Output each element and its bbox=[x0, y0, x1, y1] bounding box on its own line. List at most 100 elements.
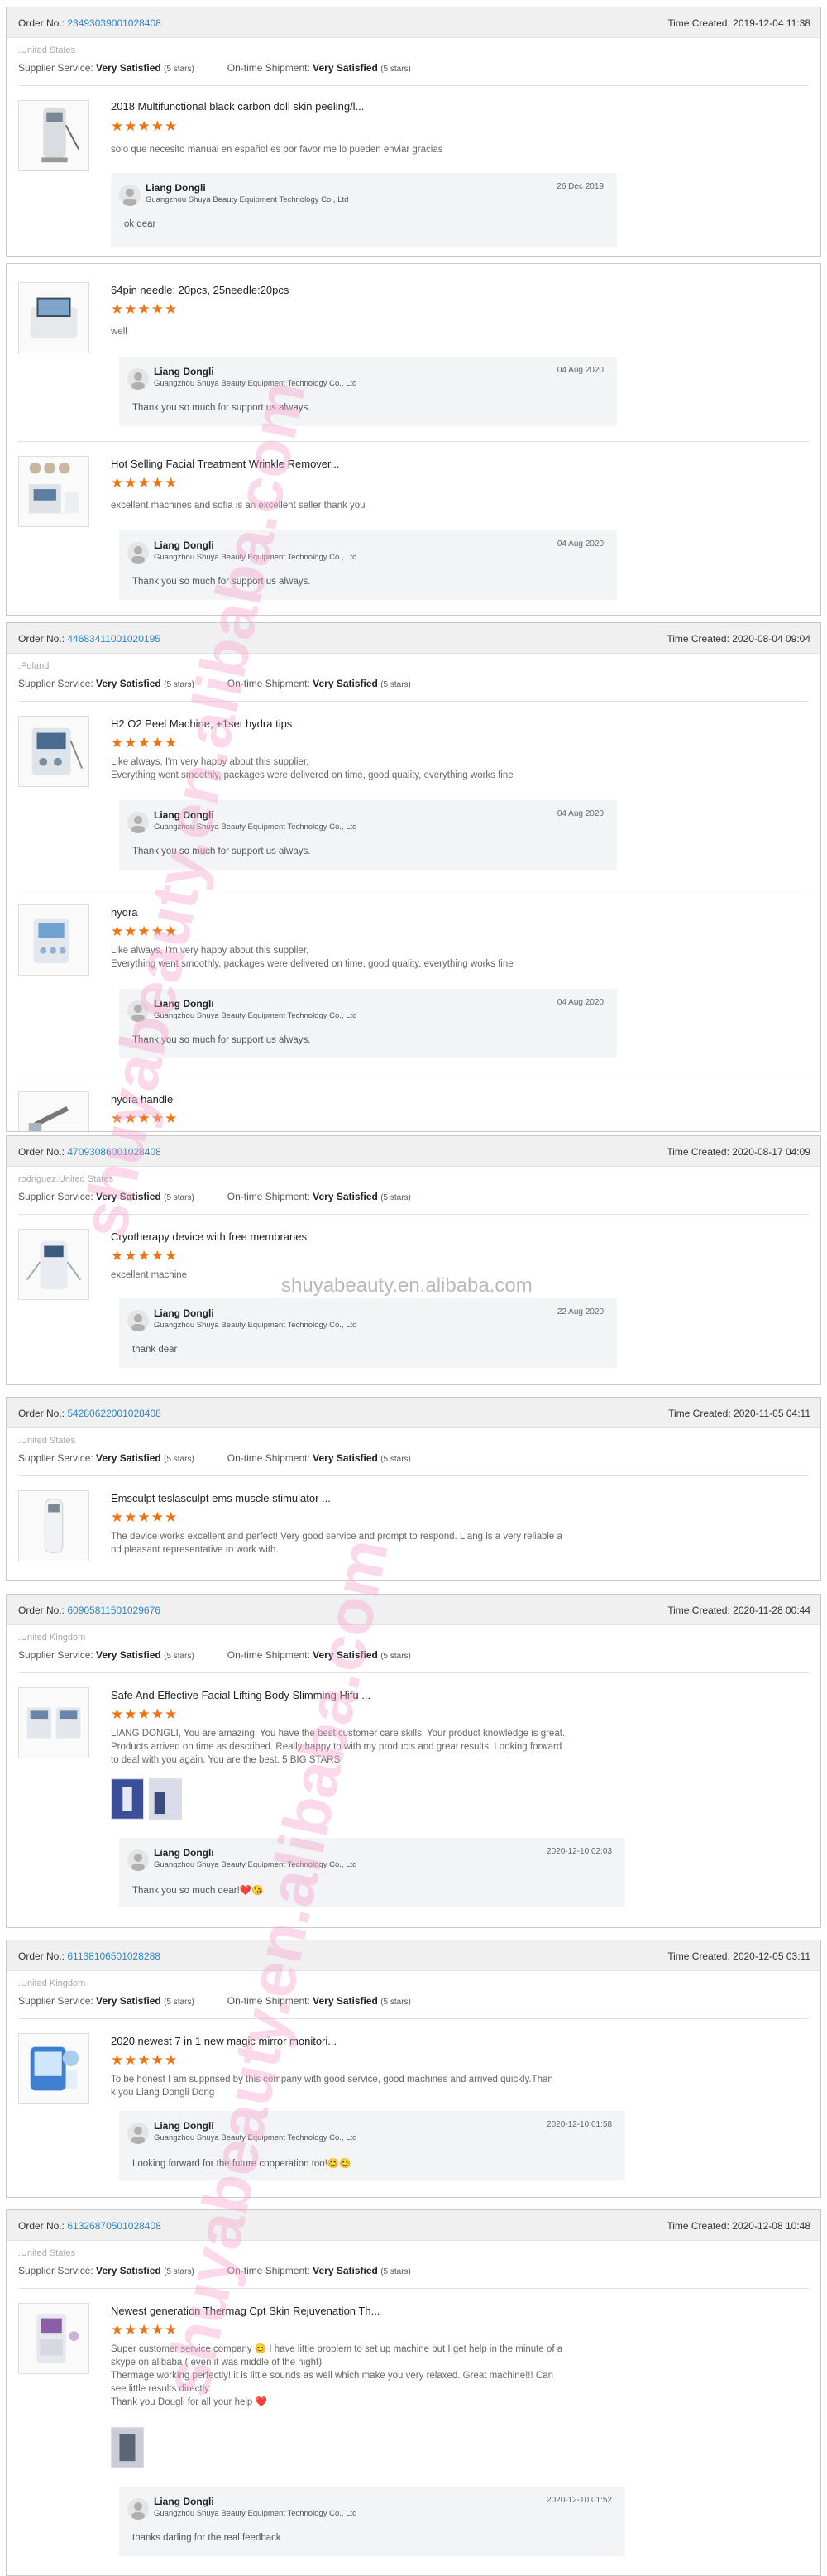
product-title[interactable]: hydra handle bbox=[111, 1093, 173, 1106]
order-number: Order No.: 54280622001028408 bbox=[18, 1408, 161, 1419]
order-number: Order No.: 23493039001028408 bbox=[18, 17, 161, 29]
product-title[interactable]: Cryotherapy device with free membranes bbox=[111, 1230, 307, 1243]
product-title[interactable]: 2018 Multifunctional black carbon doll s… bbox=[111, 100, 364, 113]
seller-reply: Liang Dongli Guangzhou Shuya Beauty Equi… bbox=[119, 989, 617, 1058]
product-thumbnail[interactable] bbox=[18, 282, 89, 353]
avatar bbox=[127, 1310, 149, 1331]
order-card: Order No.: 44683411001020195 Time Create… bbox=[6, 622, 821, 1132]
reply-text: Thank you so much for support us always. bbox=[132, 403, 311, 413]
time-created: Time Created: 2020-08-17 04:09 bbox=[667, 1146, 810, 1158]
reply-date: 26 Dec 2019 bbox=[557, 182, 604, 191]
replier-name: Liang Dongli bbox=[154, 1307, 214, 1319]
review-photo[interactable] bbox=[111, 1778, 144, 1820]
product-thumbnail[interactable] bbox=[18, 904, 89, 976]
reply-text: Looking forward for the future cooperati… bbox=[132, 2159, 351, 2169]
order-number: Order No.: 61326870501028408 bbox=[18, 2220, 161, 2232]
buyer-country: .United States bbox=[18, 1436, 76, 1446]
avatar bbox=[127, 2498, 149, 2520]
order-card: Order No.: 60905811501029676 Time Create… bbox=[6, 1594, 821, 1928]
avatar bbox=[127, 542, 149, 564]
time-created: Time Created: 2020-12-08 10:48 bbox=[667, 2220, 810, 2232]
avatar bbox=[127, 812, 149, 833]
order-number-link[interactable]: 23493039001028408 bbox=[67, 17, 160, 29]
product-title[interactable]: Safe And Effective Facial Lifting Body S… bbox=[111, 1689, 370, 1701]
reply-date: 04 Aug 2020 bbox=[557, 809, 604, 818]
replier-company: Guangzhou Shuya Beauty Equipment Technol… bbox=[154, 379, 357, 388]
review-stars: ★★★★★ bbox=[111, 735, 179, 751]
buyer-country: .Poland bbox=[18, 661, 50, 671]
avatar bbox=[127, 368, 149, 390]
replier-name: Liang Dongli bbox=[154, 2496, 214, 2507]
time-created: Time Created: 2020-08-04 09:04 bbox=[667, 633, 810, 645]
product-thumbnail[interactable] bbox=[18, 456, 89, 527]
reply-date: 2020-12-10 02:03 bbox=[547, 1847, 612, 1856]
replier-name: Liang Dongli bbox=[154, 2120, 214, 2132]
product-thumbnail[interactable] bbox=[18, 1091, 89, 1131]
seller-reply: Liang Dongli Guangzhou Shuya Beauty Equi… bbox=[119, 1298, 617, 1368]
reply-date: 04 Aug 2020 bbox=[557, 366, 604, 375]
replier-name: Liang Dongli bbox=[146, 182, 206, 194]
product-thumbnail[interactable] bbox=[18, 1687, 89, 1758]
review-photo[interactable] bbox=[111, 2427, 144, 2468]
replier-company: Guangzhou Shuya Beauty Equipment Technol… bbox=[146, 195, 349, 204]
order-number-link[interactable]: 44683411001020195 bbox=[67, 633, 160, 645]
product-thumbnail[interactable] bbox=[18, 100, 89, 171]
buyer-country: .United Kingdom bbox=[18, 1979, 86, 1988]
order-number-link[interactable]: 61326870501028408 bbox=[67, 2220, 160, 2232]
review-photo[interactable] bbox=[149, 1778, 182, 1820]
avatar bbox=[127, 1849, 149, 1871]
review-text: excellent machines and sofia is an excel… bbox=[111, 501, 366, 511]
product-title[interactable]: Hot Selling Facial Treatment Wrinkle Rem… bbox=[111, 458, 339, 470]
order-ratings: Supplier Service: Very Satisfied (5 star… bbox=[18, 1995, 411, 2007]
product-title[interactable]: 64pin needle: 20pcs, 25needle:20pcs bbox=[111, 284, 289, 296]
order-number-link[interactable]: 61138106501028288 bbox=[67, 1950, 160, 1962]
review-stars: ★★★★★ bbox=[111, 1111, 179, 1126]
time-created: Time Created: 2019-12-04 11:38 bbox=[667, 17, 810, 29]
order-number-link[interactable]: 60905811501029676 bbox=[67, 1605, 160, 1616]
order-card: Order No.: 47093086001028408 Time Create… bbox=[6, 1135, 821, 1385]
order-ratings: Supplier Service: Very Satisfied (5 star… bbox=[18, 2265, 411, 2276]
product-thumbnail[interactable] bbox=[18, 716, 89, 787]
product-title[interactable]: Newest generation Thermag Cpt Skin Rejuv… bbox=[111, 2305, 380, 2317]
order-header: Order No.: 23493039001028408 Time Create… bbox=[7, 7, 820, 38]
product-title[interactable]: H2 O2 Peel Machine, +1set hydra tips bbox=[111, 717, 292, 730]
product-thumbnail[interactable] bbox=[18, 2303, 89, 2374]
seller-reply: Liang Dongli Guangzhou Shuya Beauty Equi… bbox=[119, 1838, 625, 1907]
buyer-country: .United States bbox=[18, 46, 76, 55]
replier-name: Liang Dongli bbox=[154, 540, 214, 551]
time-created: Time Created: 2020-11-28 00:44 bbox=[667, 1605, 810, 1616]
order-number-link[interactable]: 54280622001028408 bbox=[67, 1408, 160, 1419]
seller-reply: Liang Dongli Guangzhou Shuya Beauty Equi… bbox=[119, 2487, 625, 2556]
order-card: 64pin needle: 20pcs, 25needle:20pcs ★★★★… bbox=[6, 263, 821, 616]
product-title[interactable]: 2020 newest 7 in 1 new magic mirror moni… bbox=[111, 2035, 337, 2047]
reply-text: Thank you so much dear!❤️😘 bbox=[132, 1886, 264, 1896]
order-ratings: Supplier Service: Very Satisfied (5 star… bbox=[18, 62, 411, 74]
review-stars: ★★★★★ bbox=[111, 923, 179, 939]
buyer-country: rodriguez.United States bbox=[18, 1174, 113, 1184]
product-title[interactable]: hydra bbox=[111, 906, 138, 919]
review-stars: ★★★★★ bbox=[111, 475, 179, 491]
divider bbox=[18, 701, 809, 702]
order-number: Order No.: 44683411001020195 bbox=[18, 633, 160, 645]
replier-name: Liang Dongli bbox=[154, 366, 214, 377]
product-thumbnail[interactable] bbox=[18, 1490, 89, 1561]
order-ratings: Supplier Service: Very Satisfied (5 star… bbox=[18, 1649, 411, 1661]
replier-company: Guangzhou Shuya Beauty Equipment Technol… bbox=[154, 1011, 357, 1020]
order-number-link[interactable]: 47093086001028408 bbox=[67, 1146, 160, 1158]
reply-date: 04 Aug 2020 bbox=[557, 998, 604, 1007]
order-ratings: Supplier Service: Very Satisfied (5 star… bbox=[18, 1452, 411, 1464]
review-stars: ★★★★★ bbox=[111, 1706, 179, 1722]
review-text: Like always, I'm very happy about this s… bbox=[111, 757, 514, 780]
product-thumbnail[interactable] bbox=[18, 1229, 89, 1300]
product-title[interactable]: Emsculpt teslasculpt ems muscle stimulat… bbox=[111, 1492, 331, 1504]
buyer-country: .United States bbox=[18, 2248, 76, 2258]
replier-name: Liang Dongli bbox=[154, 998, 214, 1010]
order-header: Order No.: 47093086001028408 Time Create… bbox=[7, 1136, 820, 1167]
review-text: excellent machine bbox=[111, 1270, 188, 1280]
order-number: Order No.: 60905811501029676 bbox=[18, 1605, 160, 1616]
product-thumbnail[interactable] bbox=[18, 2033, 89, 2104]
order-header: Order No.: 61138106501028288 Time Create… bbox=[7, 1940, 820, 1971]
reply-date: 2020-12-10 01:58 bbox=[547, 2120, 612, 2129]
divider bbox=[18, 2288, 809, 2289]
divider bbox=[18, 1672, 809, 1673]
